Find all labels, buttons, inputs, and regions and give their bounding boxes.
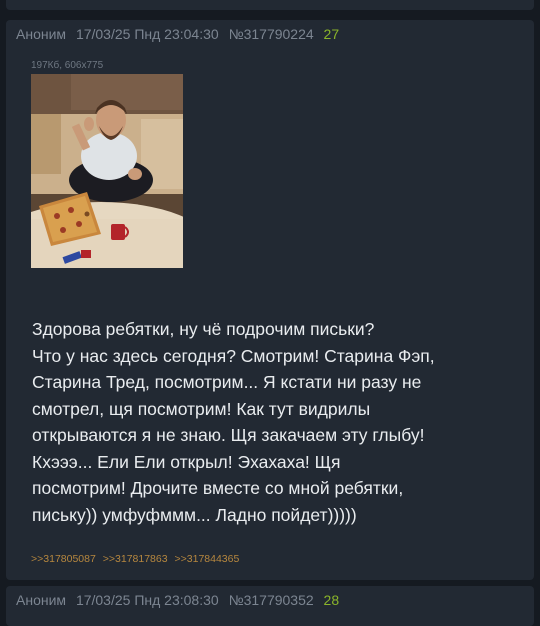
post-header: Аноним 17/03/25 Пнд 23:08:30 №317790352 … <box>16 592 345 608</box>
post-number[interactable]: №317790352 <box>229 592 314 608</box>
post-author: Аноним <box>16 26 67 42</box>
post-image-thumbnail[interactable] <box>31 74 183 268</box>
file-info: 197Кб, 606x775 <box>31 60 104 71</box>
post-header: Аноним 17/03/25 Пнд 23:04:30 №317790224 … <box>16 26 345 42</box>
post: Аноним 17/03/25 Пнд 23:08:30 №317790352 … <box>6 586 534 626</box>
post-author: Аноним <box>16 592 67 608</box>
post-datetime: 17/03/25 Пнд 23:04:30 <box>75 26 219 42</box>
post-reply-count: 28 <box>323 592 340 608</box>
post-datetime: 17/03/25 Пнд 23:08:30 <box>75 592 219 608</box>
reply-link[interactable]: >>317805087 <box>31 553 96 565</box>
post-number[interactable]: №317790224 <box>229 26 314 42</box>
reply-links: >>317805087 >>317817863 >>317844365 <box>31 553 243 565</box>
post-reply-count: 27 <box>323 26 340 42</box>
photo-icon <box>31 74 183 268</box>
reply-link[interactable]: >>317844365 <box>175 553 240 565</box>
previous-post-edge <box>6 0 534 10</box>
reply-link[interactable]: >>317817863 <box>103 553 168 565</box>
post-text: Здорова ребятки, ну чё подрочим письки? … <box>32 319 435 525</box>
post: Аноним 17/03/25 Пнд 23:04:30 №317790224 … <box>6 20 534 580</box>
